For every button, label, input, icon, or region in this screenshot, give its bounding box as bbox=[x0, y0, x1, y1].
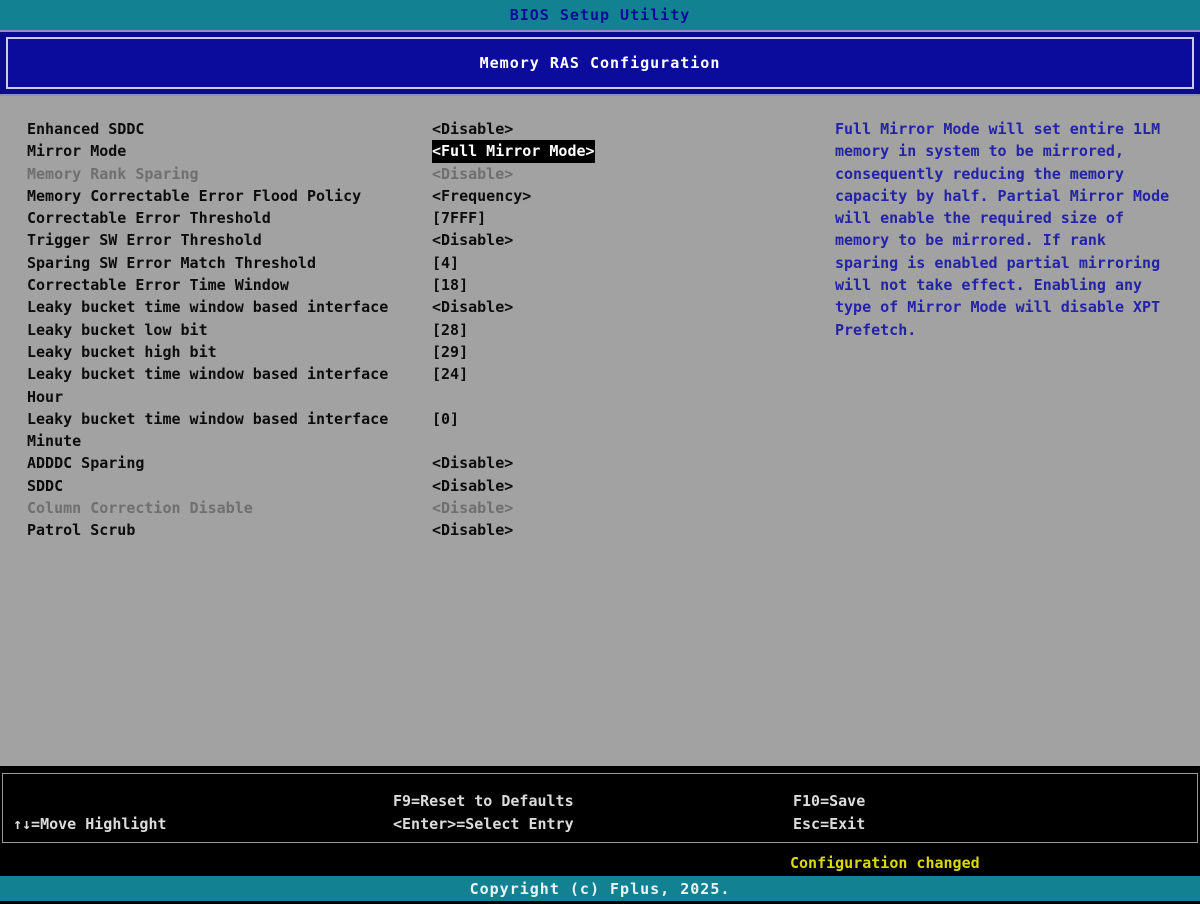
key-hints-right: F10=SaveEsc=Exit bbox=[793, 774, 865, 836]
setting-label: Correctable Error Time Window bbox=[27, 274, 432, 296]
status-message: Configuration changed bbox=[790, 854, 980, 872]
settings-list: Enhanced SDDC<Disable>Mirror Mode<Full M… bbox=[27, 118, 627, 542]
setting-value[interactable]: [24] bbox=[432, 363, 468, 385]
key-hint: ↑↓=Move Highlight bbox=[13, 813, 167, 836]
setting-label: ADDDC Sparing bbox=[27, 452, 432, 474]
footer: ↑↓=Move Highlight F9=Reset to Defaults<E… bbox=[0, 766, 1200, 904]
setting-row[interactable]: Column Correction Disable<Disable> bbox=[27, 497, 627, 519]
setting-value[interactable]: [29] bbox=[432, 341, 468, 363]
bios-screen: BIOS Setup Utility Memory RAS Configurat… bbox=[0, 0, 1200, 904]
setting-label: Enhanced SDDC bbox=[27, 118, 432, 140]
setting-value[interactable]: <Disable> bbox=[432, 296, 513, 318]
setting-label: Column Correction Disable bbox=[27, 497, 432, 519]
page-title-band: Memory RAS Configuration bbox=[0, 30, 1200, 96]
setting-label: Leaky bucket time window based interface… bbox=[27, 363, 432, 408]
setting-value[interactable]: <Disable> bbox=[432, 519, 513, 541]
setting-label: Memory Rank Sparing bbox=[27, 163, 432, 185]
window-title: BIOS Setup Utility bbox=[510, 6, 691, 24]
setting-row[interactable]: Memory Rank Sparing<Disable> bbox=[27, 163, 627, 185]
help-text-panel: Full Mirror Mode will set entire 1LM mem… bbox=[835, 118, 1190, 341]
setting-row[interactable]: Leaky bucket time window based interface… bbox=[27, 363, 627, 408]
page-title: Memory RAS Configuration bbox=[480, 54, 721, 72]
key-hint: F10=Save bbox=[793, 790, 865, 813]
setting-row[interactable]: ADDDC Sparing<Disable> bbox=[27, 452, 627, 474]
setting-value[interactable]: <Disable> bbox=[432, 497, 513, 519]
page-title-box: Memory RAS Configuration bbox=[6, 37, 1194, 89]
setting-row[interactable]: Trigger SW Error Threshold<Disable> bbox=[27, 229, 627, 251]
setting-row[interactable]: Correctable Error Threshold[7FFF] bbox=[27, 207, 627, 229]
key-hints-middle: F9=Reset to Defaults<Enter>=Select Entry bbox=[393, 774, 574, 836]
setting-value[interactable]: [18] bbox=[432, 274, 468, 296]
key-hint: F9=Reset to Defaults bbox=[393, 790, 574, 813]
setting-label: Leaky bucket high bit bbox=[27, 341, 432, 363]
setting-row[interactable]: Mirror Mode<Full Mirror Mode> bbox=[27, 140, 627, 162]
setting-row[interactable]: Leaky bucket time window based interface… bbox=[27, 408, 627, 453]
window-title-bar: BIOS Setup Utility bbox=[0, 0, 1200, 30]
key-hints-box: ↑↓=Move Highlight F9=Reset to Defaults<E… bbox=[2, 773, 1198, 843]
setting-label: Leaky bucket time window based interface… bbox=[27, 408, 432, 453]
setting-value[interactable]: [0] bbox=[432, 408, 459, 430]
setting-value[interactable]: [7FFF] bbox=[432, 207, 486, 229]
setting-value[interactable]: [28] bbox=[432, 319, 468, 341]
setting-row[interactable]: Memory Correctable Error Flood Policy<Fr… bbox=[27, 185, 627, 207]
main-area: Enhanced SDDC<Disable>Mirror Mode<Full M… bbox=[0, 96, 1200, 766]
setting-row[interactable]: Patrol Scrub<Disable> bbox=[27, 519, 627, 541]
setting-value[interactable]: <Disable> bbox=[432, 229, 513, 251]
setting-row[interactable]: Leaky bucket high bit[29] bbox=[27, 341, 627, 363]
setting-value[interactable]: <Disable> bbox=[432, 475, 513, 497]
key-hint: Esc=Exit bbox=[793, 813, 865, 836]
setting-label: SDDC bbox=[27, 475, 432, 497]
key-hints-left: ↑↓=Move Highlight bbox=[13, 774, 167, 836]
copyright-text: Copyright (c) Fplus, 2025. bbox=[470, 880, 731, 898]
setting-value[interactable]: <Disable> bbox=[432, 163, 513, 185]
setting-label: Patrol Scrub bbox=[27, 519, 432, 541]
setting-label: Leaky bucket time window based interface bbox=[27, 296, 432, 318]
setting-label: Mirror Mode bbox=[27, 140, 432, 162]
setting-row[interactable]: Enhanced SDDC<Disable> bbox=[27, 118, 627, 140]
key-hint: <Enter>=Select Entry bbox=[393, 813, 574, 836]
setting-row[interactable]: Leaky bucket low bit[28] bbox=[27, 319, 627, 341]
setting-row[interactable]: SDDC<Disable> bbox=[27, 475, 627, 497]
setting-value[interactable]: <Full Mirror Mode> bbox=[432, 140, 595, 162]
copyright-bar: Copyright (c) Fplus, 2025. bbox=[0, 876, 1200, 901]
setting-label: Memory Correctable Error Flood Policy bbox=[27, 185, 432, 207]
setting-value[interactable]: [4] bbox=[432, 252, 459, 274]
setting-label: Trigger SW Error Threshold bbox=[27, 229, 432, 251]
setting-value[interactable]: <Disable> bbox=[432, 118, 513, 140]
setting-value[interactable]: <Frequency> bbox=[432, 185, 531, 207]
setting-label: Leaky bucket low bit bbox=[27, 319, 432, 341]
setting-row[interactable]: Sparing SW Error Match Threshold[4] bbox=[27, 252, 627, 274]
setting-label: Correctable Error Threshold bbox=[27, 207, 432, 229]
setting-label: Sparing SW Error Match Threshold bbox=[27, 252, 432, 274]
setting-row[interactable]: Leaky bucket time window based interface… bbox=[27, 296, 627, 318]
setting-row[interactable]: Correctable Error Time Window[18] bbox=[27, 274, 627, 296]
setting-value[interactable]: <Disable> bbox=[432, 452, 513, 474]
